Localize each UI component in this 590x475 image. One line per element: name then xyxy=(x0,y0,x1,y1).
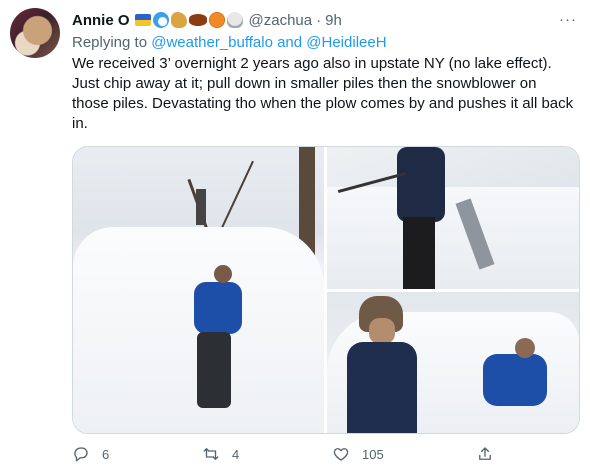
wave-icon xyxy=(152,12,169,28)
legs xyxy=(197,332,231,408)
football-icon xyxy=(188,14,207,26)
tweet-text: We received 3’ overnight 2 years ago als… xyxy=(72,55,574,132)
face xyxy=(369,318,395,344)
like-count: 105 xyxy=(362,446,384,462)
replying-to: Replying to @weather_buffalo and @Heidil… xyxy=(72,34,387,51)
photo-man-lying-on-snow-bank[interactable] xyxy=(73,147,324,433)
flag-icon xyxy=(134,14,151,26)
reply-button[interactable]: 6 xyxy=(72,440,109,468)
avatar[interactable] xyxy=(10,8,60,58)
blue-jacket xyxy=(483,354,547,406)
photo-snowblower-in-deep-snow[interactable] xyxy=(327,147,579,289)
handle[interactable]: @zachua xyxy=(249,12,313,29)
blue-jacket xyxy=(194,282,242,334)
dark-jacket xyxy=(397,147,445,222)
display-name[interactable]: Annie O xyxy=(72,12,130,29)
share-icon xyxy=(479,447,491,460)
legs xyxy=(403,217,435,289)
tweet-header: Annie O @zachua · 9h xyxy=(72,10,342,30)
horse-icon xyxy=(170,12,187,28)
head xyxy=(515,338,535,358)
skull-icon xyxy=(226,12,243,28)
reply-icon xyxy=(74,447,88,462)
photo-two-men-by-snow-bank[interactable] xyxy=(327,292,579,433)
like-button[interactable]: 105 xyxy=(332,440,384,468)
reply-count: 6 xyxy=(102,446,110,462)
name-emojis xyxy=(134,12,243,28)
basketball-hoop xyxy=(196,189,206,225)
tweet-actions: 6 4 105 xyxy=(72,440,577,468)
share-button[interactable] xyxy=(476,440,494,468)
retweet-icon xyxy=(203,448,219,460)
replying-prefix: Replying to xyxy=(72,34,152,51)
heart-icon xyxy=(333,448,349,461)
retweet-count: 4 xyxy=(232,446,240,462)
media-grid xyxy=(72,146,580,434)
basketball-icon xyxy=(208,12,225,28)
head xyxy=(214,265,232,283)
more-options-button[interactable]: ··· xyxy=(556,10,580,30)
time-separator: · xyxy=(316,11,322,29)
timestamp[interactable]: 9h xyxy=(325,12,342,29)
snow-drift xyxy=(327,187,579,289)
retweet-button[interactable]: 4 xyxy=(202,440,239,468)
navy-vest xyxy=(347,342,417,433)
reply-mentions-link[interactable]: @weather_buffalo and @HeidileeH xyxy=(151,34,386,51)
